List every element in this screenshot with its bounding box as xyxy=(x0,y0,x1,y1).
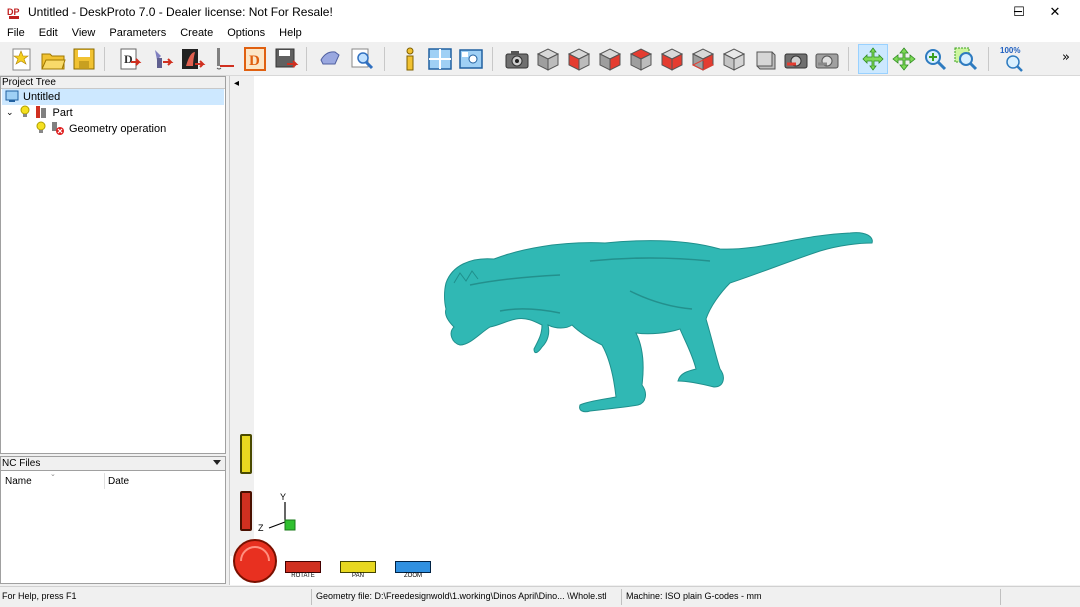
menu-help[interactable]: Help xyxy=(272,24,309,42)
status-help: For Help, press F1 xyxy=(2,591,77,601)
camera-icon[interactable] xyxy=(504,46,530,72)
status-geometry-file: Geometry file: D:\Freedesignwold\1.worki… xyxy=(316,591,607,601)
zoom-100-icon[interactable]: 100% xyxy=(999,46,1029,72)
zoom-button-indicator xyxy=(395,561,431,573)
zoom-tool-icon[interactable] xyxy=(922,46,948,72)
open-icon[interactable] xyxy=(40,46,66,72)
window-layout-icon[interactable] xyxy=(427,46,453,72)
camera-gray-icon[interactable] xyxy=(814,46,840,72)
zoom-window-icon[interactable] xyxy=(953,46,979,72)
view-right-icon[interactable] xyxy=(628,46,654,72)
import-geometry-icon[interactable]: D xyxy=(117,46,143,72)
svg-text:D: D xyxy=(124,52,133,66)
toolbar-overflow-icon[interactable]: » xyxy=(1062,50,1070,65)
viewport-side-strip: ◂ xyxy=(230,76,254,556)
nc-files-panel: NC Files ⌄ Name Date xyxy=(0,456,226,584)
camera-red-icon[interactable] xyxy=(783,46,809,72)
pan-button-indicator xyxy=(340,561,376,573)
tree-root-label: Untitled xyxy=(23,91,61,103)
status-machine: Machine: ISO plain G-codes - mm xyxy=(626,591,762,601)
left-panel: Project Tree Untitled ⌄ Part Geometry op… xyxy=(0,76,227,585)
pan-tool-icon[interactable] xyxy=(891,46,917,72)
screen-icon[interactable] xyxy=(458,46,484,72)
view-iso-icon[interactable] xyxy=(721,46,747,72)
info-icon[interactable] xyxy=(397,46,423,72)
tree-part-label: Part xyxy=(52,107,73,119)
project-tree-header: Project Tree xyxy=(1,77,225,89)
collapse-arrow-icon[interactable]: ◂ xyxy=(234,78,239,89)
column-name[interactable]: Name xyxy=(5,476,32,487)
menu-options[interactable]: Options xyxy=(220,24,272,42)
status-bar: For Help, press F1 Geometry file: D:\Fre… xyxy=(0,586,1080,607)
part-icon xyxy=(34,105,48,122)
rotate-dial-icon[interactable] xyxy=(233,539,277,583)
dinosaur-model[interactable] xyxy=(430,221,890,421)
vertical-red-indicator xyxy=(240,491,252,531)
zoom-region-icon[interactable] xyxy=(349,46,375,72)
chevron-down-icon[interactable]: ⌄ xyxy=(6,108,14,118)
operation-error-icon xyxy=(50,121,64,138)
rotate-label: ROTATE xyxy=(291,573,315,579)
menu-edit[interactable]: Edit xyxy=(32,24,65,42)
view-top-icon[interactable] xyxy=(659,46,685,72)
rotate-button-indicator xyxy=(285,561,321,573)
save-icon[interactable] xyxy=(71,46,97,72)
vertical-yellow-indicator xyxy=(240,434,252,474)
3d-viewport[interactable]: ◂ Y Z ROTATE PAN ZOOM xyxy=(229,76,1080,585)
new-project-icon[interactable] xyxy=(9,46,35,72)
cut-icon[interactable] xyxy=(318,46,344,72)
view-box-icon[interactable] xyxy=(752,46,778,72)
nc-files-title: NC Files xyxy=(2,458,41,469)
column-date[interactable]: Date xyxy=(108,476,129,487)
sort-indicator-icon: ⌄ xyxy=(50,471,56,478)
close-button[interactable]: ✕ xyxy=(1037,0,1073,24)
tree-operation-label: Geometry operation xyxy=(69,123,167,135)
operation-icon[interactable] xyxy=(180,46,206,72)
pan-label: PAN xyxy=(352,573,364,579)
zoom-label: ZOOM xyxy=(404,573,422,579)
project-tree: Project Tree Untitled ⌄ Part Geometry op… xyxy=(0,76,226,454)
menu-bar: File Edit View Parameters Create Options… xyxy=(0,24,1080,42)
maximize-icon: ☐ xyxy=(1013,4,1025,20)
title-bar: DP Untitled - DeskProto 7.0 - Dealer lic… xyxy=(0,0,1080,24)
view-left-icon[interactable] xyxy=(597,46,623,72)
axis-z-label: Z xyxy=(258,523,264,533)
close-icon: ✕ xyxy=(1049,4,1061,20)
window-title: Untitled - DeskProto 7.0 - Dealer licens… xyxy=(28,5,333,19)
menu-view[interactable]: View xyxy=(65,24,103,42)
tree-item-operation[interactable]: Geometry operation xyxy=(2,121,166,137)
menu-file[interactable]: File xyxy=(0,24,32,42)
part-parameters-icon[interactable] xyxy=(149,46,175,72)
view-back-icon[interactable] xyxy=(566,46,592,72)
export-icon[interactable] xyxy=(273,46,299,72)
lightbulb-icon[interactable] xyxy=(20,105,30,122)
view-front-icon[interactable] xyxy=(535,46,561,72)
column-divider[interactable] xyxy=(104,473,105,489)
rotate-tool-icon[interactable] xyxy=(858,44,888,74)
toolbar: D D 100% » xyxy=(0,42,1080,76)
maximize-button[interactable]: ☐ xyxy=(1001,0,1037,24)
deskproto-app-icon[interactable]: DP xyxy=(6,4,22,20)
project-root-icon xyxy=(5,89,19,106)
svg-text:D: D xyxy=(249,53,260,69)
axis-y-label: Y xyxy=(280,492,287,502)
svg-text:DP: DP xyxy=(7,7,20,17)
toolpath-icon[interactable] xyxy=(211,46,237,72)
nc-files-header: NC Files xyxy=(1,457,225,471)
tree-item-part[interactable]: ⌄ Part xyxy=(2,105,73,121)
menu-create[interactable]: Create xyxy=(173,24,220,42)
menu-parameters[interactable]: Parameters xyxy=(102,24,173,42)
dropdown-arrow-icon[interactable] xyxy=(213,460,221,465)
nc-file-icon[interactable]: D xyxy=(242,46,268,72)
lightbulb-icon[interactable] xyxy=(36,121,46,138)
view-bottom-icon[interactable] xyxy=(690,46,716,72)
nc-files-column-header: ⌄ Name Date xyxy=(1,471,225,491)
tree-item-root[interactable]: Untitled xyxy=(2,89,224,105)
